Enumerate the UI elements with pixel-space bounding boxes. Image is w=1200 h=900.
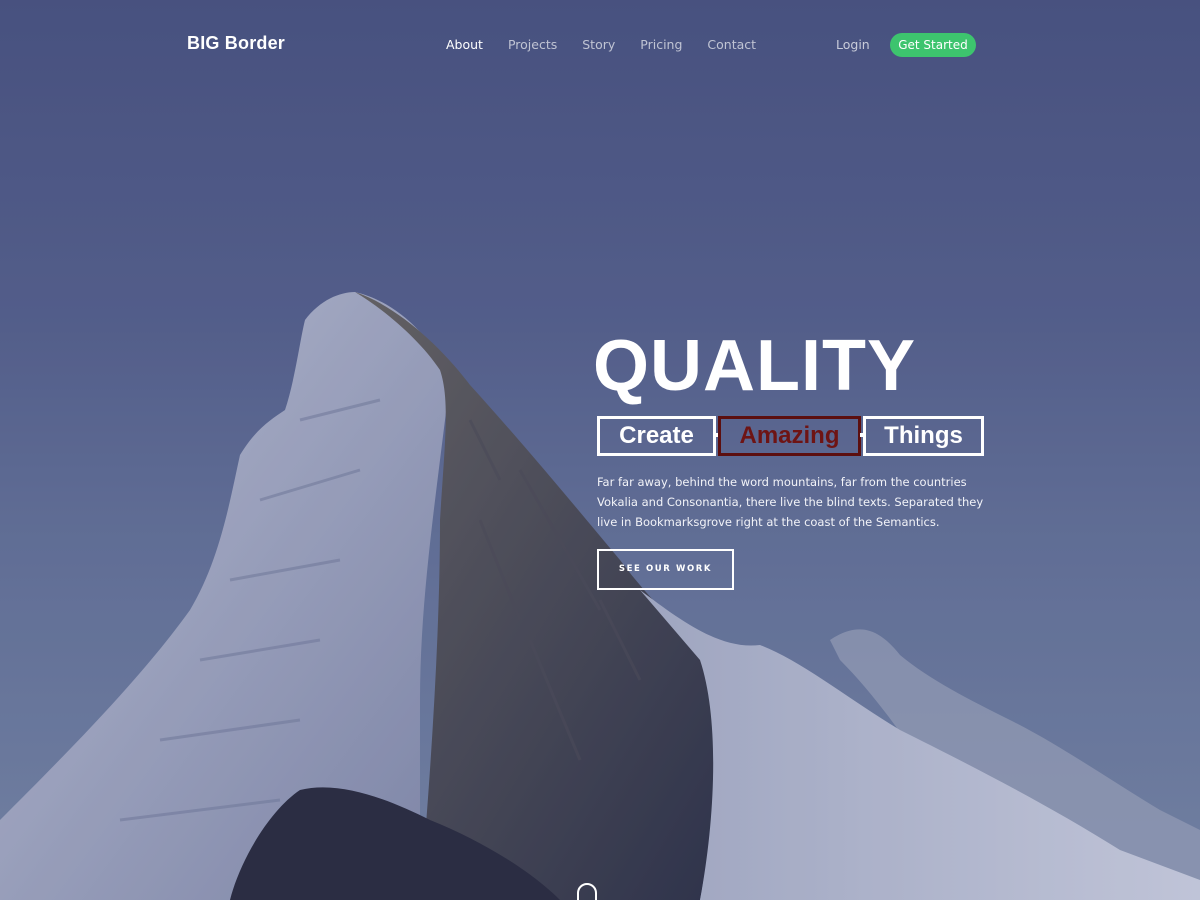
hero-section: BIG Border About Projects Story Pricing … xyxy=(0,0,1200,900)
nav-link-projects[interactable]: Projects xyxy=(508,37,557,52)
nav-links: About Projects Story Pricing Contact xyxy=(446,37,781,52)
hero-headline: QUALITY xyxy=(593,326,916,406)
nav-link-about[interactable]: About xyxy=(446,37,483,52)
hero-description: Far far away, behind the word mountains,… xyxy=(597,475,984,529)
login-link[interactable]: Login xyxy=(836,37,870,52)
word-box-amazing: Amazing xyxy=(718,416,861,456)
see-our-work-button[interactable]: SEE OUR WORK xyxy=(597,549,734,590)
mouse-scroll-icon[interactable] xyxy=(577,883,597,900)
get-started-button[interactable]: Get Started xyxy=(890,33,976,57)
nav-link-story[interactable]: Story xyxy=(582,37,615,52)
top-navbar: BIG Border About Projects Story Pricing … xyxy=(0,0,1200,90)
nav-link-pricing[interactable]: Pricing xyxy=(640,37,682,52)
brand-logo[interactable]: BIG Border xyxy=(187,33,285,54)
word-box-things: Things xyxy=(863,416,984,456)
word-box-create: Create xyxy=(597,416,716,456)
nav-link-contact[interactable]: Contact xyxy=(707,37,756,52)
